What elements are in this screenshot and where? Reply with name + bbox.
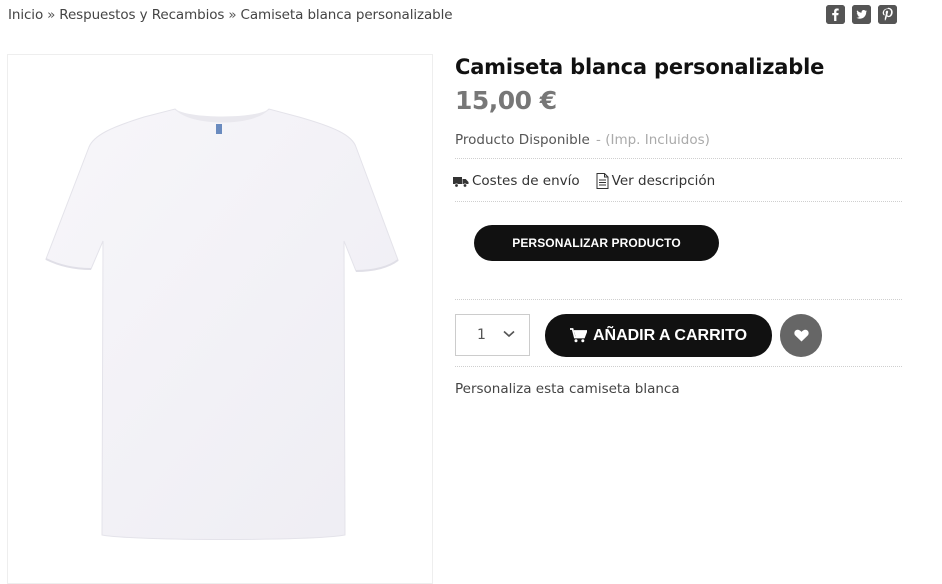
breadcrumb-link-category[interactable]: Respuestos y Recambios	[59, 7, 224, 23]
shipping-costs-link[interactable]: Costes de envío	[453, 173, 580, 189]
product-price: 15,00 €	[455, 86, 557, 115]
breadcrumb-separator: »	[228, 7, 237, 23]
twitter-icon[interactable]	[852, 5, 871, 24]
product-image-frame[interactable]	[7, 54, 433, 584]
divider	[455, 158, 902, 159]
quantity-value: 1	[477, 327, 486, 343]
facebook-icon[interactable]	[826, 5, 845, 24]
info-links: Costes de envío Ver descripción	[453, 173, 715, 189]
breadcrumb-current: Camiseta blanca personalizable	[240, 7, 453, 23]
add-to-cart-label: AÑADIR A CARRITO	[592, 326, 748, 344]
breadcrumb-separator: »	[47, 7, 56, 23]
breadcrumb-link-inicio[interactable]: Inicio	[8, 7, 43, 23]
availability-text: Producto Disponible	[455, 132, 590, 148]
divider	[455, 299, 902, 300]
tax-note: - (Imp. Incluidos)	[596, 132, 710, 148]
shipping-costs-label: Costes de envío	[472, 173, 580, 189]
breadcrumb: Inicio» Respuestos y Recambios» Camiseta b…	[8, 7, 453, 23]
truck-icon	[453, 176, 469, 188]
wishlist-button[interactable]	[780, 314, 822, 357]
document-icon	[596, 173, 609, 189]
availability-status: Producto Disponible - (Imp. Incluidos)	[455, 132, 710, 148]
divider	[455, 366, 902, 367]
pinterest-icon[interactable]	[878, 5, 897, 24]
heart-icon	[793, 329, 809, 342]
view-description-label: Ver descripción	[611, 173, 716, 189]
product-title: Camiseta blanca personalizable	[455, 55, 825, 79]
add-to-cart-button[interactable]: AÑADIR A CARRITO	[545, 314, 772, 357]
cart-icon	[569, 328, 587, 343]
divider	[455, 201, 902, 202]
view-description-link[interactable]: Ver descripción	[596, 173, 716, 189]
product-short-description: Personaliza esta camiseta blanca	[455, 381, 680, 397]
social-share	[826, 5, 897, 24]
chevron-down-icon	[503, 330, 515, 338]
personalize-product-button[interactable]: PERSONALIZAR PRODUCTO	[474, 225, 719, 261]
quantity-select[interactable]: 1	[455, 314, 530, 356]
product-image	[45, 108, 399, 540]
